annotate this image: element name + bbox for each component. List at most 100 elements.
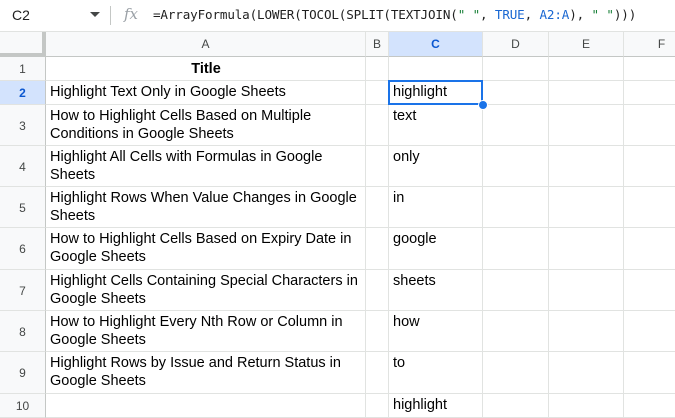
cell-text: How to Highlight Cells Based on Multiple… bbox=[50, 108, 312, 142]
name-box-value: C2 bbox=[12, 7, 30, 23]
cell-a6[interactable]: How to Highlight Cells Based on Expiry D… bbox=[46, 228, 366, 270]
row-header[interactable]: 1 bbox=[0, 57, 46, 81]
cell-a8[interactable]: How to Highlight Every Nth Row or Column… bbox=[46, 311, 366, 352]
row-header[interactable]: 10 bbox=[0, 394, 46, 418]
cell-c10[interactable]: highlight bbox=[389, 394, 483, 418]
formula-bar-divider bbox=[110, 6, 111, 25]
formula-bar: C2 fx =ArrayFormula(LOWER(TOCOL(SPLIT(TE… bbox=[0, 0, 675, 32]
formula-token: =ArrayFormula(LOWER(TOCOL(SPLIT(TEXTJOIN… bbox=[153, 7, 458, 22]
fx-icon: fx bbox=[124, 5, 139, 23]
row-header[interactable]: 8 bbox=[0, 311, 46, 352]
cell-a4[interactable]: Highlight All Cells with Formulas in Goo… bbox=[46, 146, 366, 187]
cell-text: google bbox=[393, 231, 437, 247]
cell-d3[interactable] bbox=[483, 105, 549, 146]
cell-b5[interactable] bbox=[366, 187, 389, 228]
select-all-corner[interactable] bbox=[0, 32, 46, 57]
cell-e9[interactable] bbox=[549, 352, 624, 394]
cell-text: how bbox=[393, 314, 420, 330]
formula-input[interactable]: =ArrayFormula(LOWER(TOCOL(SPLIT(TEXTJOIN… bbox=[153, 7, 636, 22]
cell-f9[interactable] bbox=[624, 352, 675, 394]
cell-f3[interactable] bbox=[624, 105, 675, 146]
cell-b3[interactable] bbox=[366, 105, 389, 146]
cell-text: in bbox=[393, 190, 405, 206]
cell-c5[interactable]: in bbox=[389, 187, 483, 228]
cell-d4[interactable] bbox=[483, 146, 549, 187]
cell-b4[interactable] bbox=[366, 146, 389, 187]
cell-e10[interactable] bbox=[549, 394, 624, 418]
cell-d5[interactable] bbox=[483, 187, 549, 228]
cell-c7[interactable]: sheets bbox=[389, 270, 483, 311]
cell-f10[interactable] bbox=[624, 394, 675, 418]
cell-b8[interactable] bbox=[366, 311, 389, 352]
formula-token: " " bbox=[457, 7, 481, 22]
column-header-f[interactable]: F bbox=[624, 32, 675, 57]
cell-f1[interactable] bbox=[624, 57, 675, 81]
cell-text: Highlight Rows by Issue and Return Statu… bbox=[50, 355, 341, 389]
chevron-down-icon[interactable] bbox=[90, 12, 100, 17]
row-header[interactable]: 9 bbox=[0, 352, 46, 394]
cell-e7[interactable] bbox=[549, 270, 624, 311]
cell-e6[interactable] bbox=[549, 228, 624, 270]
cell-e8[interactable] bbox=[549, 311, 624, 352]
formula-token: A2:A bbox=[539, 7, 570, 22]
cell-f7[interactable] bbox=[624, 270, 675, 311]
cell-text: to bbox=[393, 355, 406, 371]
cell-text: How to Highlight Every Nth Row or Column… bbox=[50, 314, 343, 348]
cell-b7[interactable] bbox=[366, 270, 389, 311]
cell-c1[interactable] bbox=[389, 57, 483, 81]
row-header[interactable]: 4 bbox=[0, 146, 46, 187]
spreadsheet-grid[interactable]: A B C D E F 1 Title 2 Highlight Text Only in Goog… bbox=[0, 32, 675, 418]
row-header[interactable]: 2 bbox=[0, 81, 46, 105]
row-header[interactable]: 3 bbox=[0, 105, 46, 146]
cell-text: Highlight Cells Containing Special Chara… bbox=[50, 273, 358, 307]
cell-a2[interactable]: Highlight Text Only in Google Sheets bbox=[46, 81, 366, 105]
column-header-c[interactable]: C bbox=[389, 32, 483, 57]
formula-token: " " bbox=[591, 7, 614, 22]
row-header[interactable]: 7 bbox=[0, 270, 46, 311]
cell-a1[interactable]: Title bbox=[46, 57, 366, 81]
name-box[interactable]: C2 bbox=[0, 0, 104, 31]
row-header[interactable]: 5 bbox=[0, 187, 46, 228]
cell-d6[interactable] bbox=[483, 228, 549, 270]
column-header-d[interactable]: D bbox=[483, 32, 549, 57]
cell-e2[interactable] bbox=[549, 81, 624, 105]
cell-d9[interactable] bbox=[483, 352, 549, 394]
cell-f4[interactable] bbox=[624, 146, 675, 187]
cell-e1[interactable] bbox=[549, 57, 624, 81]
column-header-a[interactable]: A bbox=[46, 32, 366, 57]
cell-b6[interactable] bbox=[366, 228, 389, 270]
cell-a7[interactable]: Highlight Cells Containing Special Chara… bbox=[46, 270, 366, 311]
cell-e5[interactable] bbox=[549, 187, 624, 228]
formula-token: ))) bbox=[613, 7, 637, 22]
cell-e3[interactable] bbox=[549, 105, 624, 146]
cell-c3[interactable]: text bbox=[389, 105, 483, 146]
cell-d2[interactable] bbox=[483, 81, 549, 105]
cell-e4[interactable] bbox=[549, 146, 624, 187]
cell-b1[interactable] bbox=[366, 57, 389, 81]
column-header-e[interactable]: E bbox=[549, 32, 624, 57]
cell-a9[interactable]: Highlight Rows by Issue and Return Statu… bbox=[46, 352, 366, 394]
active-cell-outline bbox=[388, 80, 483, 105]
cell-d8[interactable] bbox=[483, 311, 549, 352]
row-header[interactable]: 6 bbox=[0, 228, 46, 270]
fill-handle[interactable] bbox=[478, 100, 488, 110]
formula-token: TRUE bbox=[494, 7, 525, 22]
cell-c9[interactable]: to bbox=[389, 352, 483, 394]
cell-c8[interactable]: how bbox=[389, 311, 483, 352]
cell-c4[interactable]: only bbox=[389, 146, 483, 187]
cell-d1[interactable] bbox=[483, 57, 549, 81]
cell-d7[interactable] bbox=[483, 270, 549, 311]
cell-a10[interactable] bbox=[46, 394, 366, 418]
cell-d10[interactable] bbox=[483, 394, 549, 418]
cell-f5[interactable] bbox=[624, 187, 675, 228]
cell-b9[interactable] bbox=[366, 352, 389, 394]
cell-f6[interactable] bbox=[624, 228, 675, 270]
cell-a5[interactable]: Highlight Rows When Value Changes in Goo… bbox=[46, 187, 366, 228]
column-header-b[interactable]: B bbox=[366, 32, 389, 57]
cell-a3[interactable]: How to Highlight Cells Based on Multiple… bbox=[46, 105, 366, 146]
cell-c6[interactable]: google bbox=[389, 228, 483, 270]
cell-f8[interactable] bbox=[624, 311, 675, 352]
cell-b2[interactable] bbox=[366, 81, 389, 105]
cell-f2[interactable] bbox=[624, 81, 675, 105]
cell-b10[interactable] bbox=[366, 394, 389, 418]
